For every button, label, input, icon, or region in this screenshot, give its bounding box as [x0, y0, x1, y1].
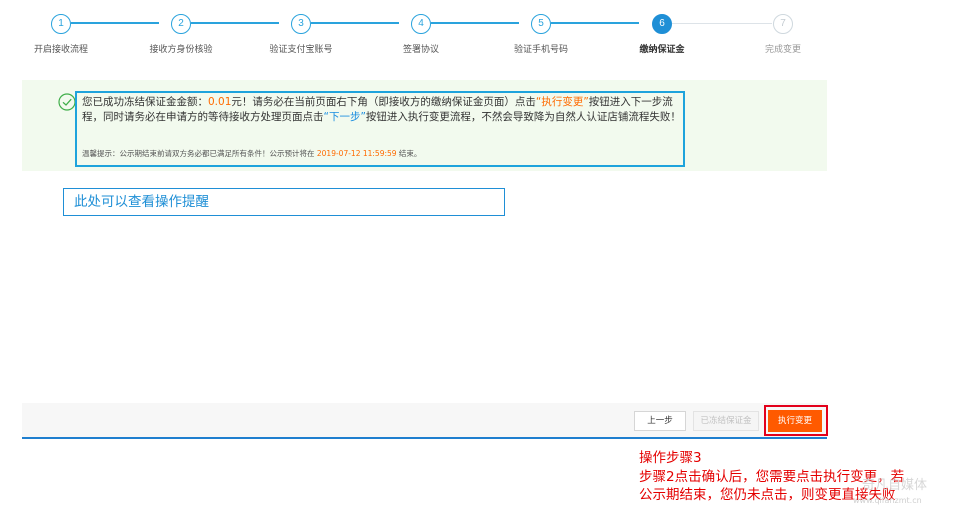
step-number: 7	[773, 14, 793, 34]
warm-tip: 温馨提示：公示期结束前请双方务必都已满足所有条件！公示预计将在 2019-07-…	[82, 148, 682, 159]
previous-step-button[interactable]: 上一步	[634, 411, 686, 431]
step-number: 2	[171, 14, 191, 34]
step-label: 缴纳保证金	[639, 45, 685, 55]
step-label: 验证手机号码	[513, 45, 568, 55]
tip-text: 温馨提示：公示期结束前请双方务必都已满足所有条件！公示预计将在	[82, 149, 317, 158]
operation-reminder-annotation: 此处可以查看操作提醒	[63, 188, 505, 216]
step-label: 接收方身份核验	[149, 45, 213, 55]
notice-text: 您已成功冻结保证金金额：	[82, 96, 208, 108]
step-number: 6	[652, 14, 672, 34]
step-label: 完成变更	[764, 45, 801, 55]
publicity-end-time: 2019-07-12 11:59:59	[316, 149, 397, 158]
frozen-amount: 0.01	[208, 96, 232, 108]
execute-change-mention: “执行变更”	[535, 96, 589, 108]
step-label: 验证支付宝账号	[269, 45, 333, 55]
notice-text: 元！请务必在当前页面右下角（即接收方的缴纳保证金页面）点击	[231, 96, 536, 108]
deposit-frozen-button: 已冻结保证金	[693, 411, 759, 431]
watermark-logo: 奇凡自媒体	[862, 478, 928, 493]
step-6: 6 缴纳保证金	[602, 14, 722, 55]
tip-text: 结束。	[396, 149, 422, 158]
step-number: 4	[411, 14, 431, 34]
step-1: 1 开启接收流程	[1, 14, 121, 55]
step-5: 5 验证手机号码	[481, 14, 601, 55]
step-4: 4 签署协议	[361, 14, 481, 55]
execute-change-button[interactable]: 执行变更	[768, 410, 822, 432]
notice-text: 按钮进入执行变更流程，不然会导致降为自然人认证店铺流程失败！	[365, 110, 681, 123]
step-note-title: 操作步骤3	[639, 450, 702, 466]
step-2: 2 接收方身份核验	[121, 14, 241, 55]
step-label: 开启接收流程	[33, 45, 88, 55]
step-number: 5	[531, 14, 551, 34]
step-label: 签署协议	[402, 45, 439, 55]
watermark-url: www.qifanzmt.cn	[853, 496, 922, 505]
step-7: 7 完成变更	[723, 14, 843, 55]
step-number: 3	[291, 14, 311, 34]
next-step-mention: “下一步”	[323, 110, 366, 123]
progress-stepper: 1 开启接收流程 2 接收方身份核验 3 验证支付宝账号 4 签署协议 5 验证…	[0, 0, 962, 60]
check-circle-icon	[58, 93, 76, 111]
action-bar-divider	[22, 437, 827, 439]
notice-message: 您已成功冻结保证金金额：0.01元！请务必在当前页面右下角（即接收方的缴纳保证金…	[82, 95, 682, 124]
step-3: 3 验证支付宝账号	[241, 14, 361, 55]
step-number: 1	[51, 14, 71, 34]
